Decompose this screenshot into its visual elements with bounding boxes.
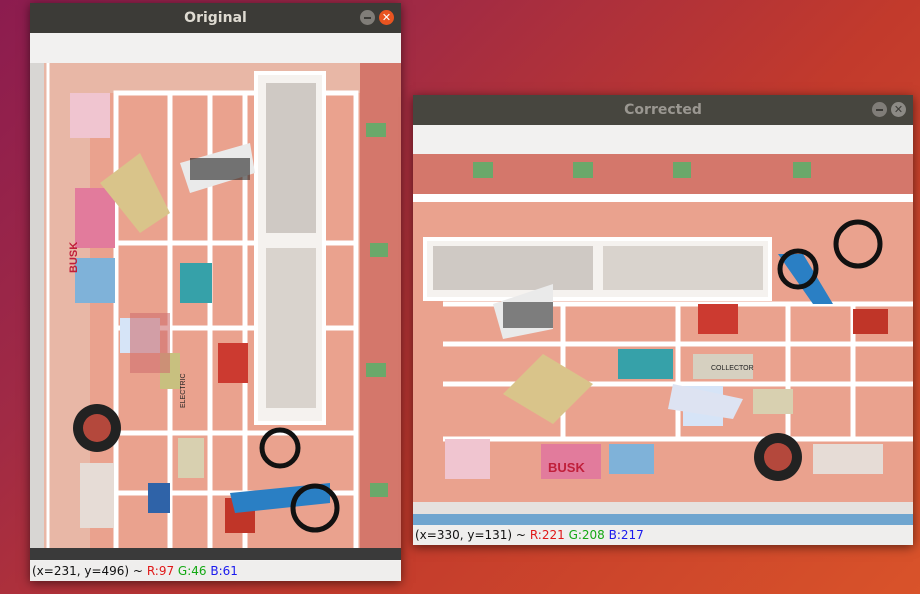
corrected-window: Corrected ✕ BUSK COLLECTOR (x=330, y=131…	[413, 95, 913, 545]
status-bar: (x=330, y=131) ~ R:221 G:208 B:217	[413, 525, 913, 545]
original-titlebar[interactable]: Original ✕	[30, 3, 401, 33]
close-icon[interactable]: ✕	[891, 102, 906, 117]
magazine-label: BUSK	[548, 460, 585, 475]
original-image-canvas[interactable]: BUSK ELECTRIC	[30, 63, 401, 560]
window-title: Corrected	[624, 102, 702, 118]
corrected-titlebar[interactable]: Corrected ✕	[413, 95, 913, 125]
minimize-icon[interactable]	[360, 10, 375, 25]
cursor-coords: (x=330, y=131) ~	[415, 528, 526, 542]
shelf-photo: BUSK COLLECTOR	[413, 154, 913, 526]
minimize-icon[interactable]	[872, 102, 887, 117]
cursor-coords: (x=231, y=496) ~	[32, 564, 143, 578]
blue-value: B:61	[210, 564, 238, 578]
toolbar	[30, 33, 401, 66]
red-value: R:221	[529, 528, 565, 542]
green-value: G:208	[568, 528, 605, 542]
collector-label: COLLECTOR	[711, 365, 754, 372]
red-value: R:97	[146, 564, 175, 578]
original-window: Original ✕ BUSK ELECTRIC (x=231, y=496) …	[30, 3, 401, 581]
magazine-label: BUSK	[68, 242, 80, 273]
electric-label: ELECTRIC	[180, 373, 187, 408]
blue-value: B:217	[608, 528, 644, 542]
corrected-image-canvas[interactable]: BUSK COLLECTOR	[413, 154, 913, 526]
window-title: Original	[184, 10, 247, 26]
green-value: G:46	[177, 564, 207, 578]
shelf-photo: BUSK ELECTRIC	[30, 63, 401, 560]
close-icon[interactable]: ✕	[379, 10, 394, 25]
status-bar: (x=231, y=496) ~ R:97 G:46 B:61	[30, 561, 401, 581]
